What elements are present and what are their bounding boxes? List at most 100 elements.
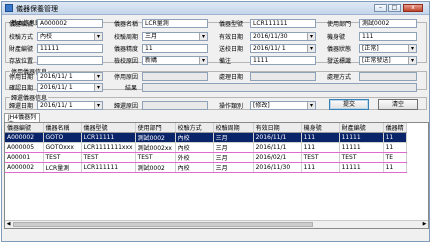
- table-cell: 三月: [213, 162, 254, 173]
- table-cell: LCR11111: [81, 132, 136, 143]
- stop-date[interactable]: 2016/11/ 1: [37, 72, 103, 81]
- table-row[interactable]: A00001 TEST TEST TEST 外校 三月 2016/02/1 TEST TEST T…: [5, 152, 407, 163]
- name-field[interactable]: LCR量測: [142, 19, 208, 28]
- asset-field[interactable]: 11111: [37, 44, 103, 53]
- last-date[interactable]: 2016/11/ 1: [250, 44, 316, 53]
- reason-select[interactable]: 新購: [142, 56, 208, 65]
- main-window: 儀器保養管理 – □ x 基本信息錄入 儀器編號 A000002 儀器名稱 LC…: [1, 1, 430, 242]
- handle-date-field[interactable]: [250, 72, 316, 81]
- minimize-button[interactable]: –: [374, 4, 387, 12]
- dept-field[interactable]: 測試0002: [359, 19, 417, 28]
- mark-select[interactable]: [正常發送]: [359, 56, 417, 65]
- table-row[interactable]: A000002 LCR量測 LCR111111 測試0002 內校 三月 2016/11/3…: [5, 162, 407, 173]
- clear-button[interactable]: 清空: [378, 99, 418, 110]
- scroll-right-icon[interactable]: ▶: [421, 221, 428, 228]
- maximize-button[interactable]: □: [388, 4, 401, 12]
- table-cell: GOTOxxx: [43, 142, 82, 153]
- precision-label: 儀器精度: [114, 46, 139, 53]
- valid-date[interactable]: 2016/11/30: [250, 32, 316, 41]
- valid-label: 有效日期: [219, 34, 244, 41]
- table-cell: 測試0002xx: [135, 142, 176, 153]
- owner-field[interactable]: 111: [359, 32, 417, 41]
- submit-button[interactable]: 提交: [329, 99, 369, 110]
- table-row[interactable]: A000005 GOTOxxx LCR1111111xxx 測試0002xx 內校 三月 2…: [5, 142, 407, 153]
- confirm-date[interactable]: 2016/11/ 1: [37, 83, 103, 92]
- table-cell: 11: [383, 142, 407, 153]
- column-header[interactable]: 財產編號: [339, 123, 384, 133]
- status-label: 儀器狀態: [327, 46, 352, 53]
- app-icon: [5, 4, 13, 12]
- table-cell: 內校: [175, 132, 214, 143]
- window-title: 儀器保養管理: [16, 5, 58, 13]
- last-label: 送校日期: [219, 46, 244, 53]
- column-header[interactable]: 儀器編號: [5, 123, 44, 133]
- stop-reason-field[interactable]: [142, 72, 208, 81]
- result-label: 結果: [125, 85, 138, 92]
- method-select[interactable]: 內校: [37, 32, 103, 41]
- column-header[interactable]: 有效日期: [253, 123, 302, 133]
- table-row[interactable]: A000002 GOTO LCR11111 測試0002 內校 三月 2016/11/1 11…: [5, 132, 407, 143]
- handle-method-field[interactable]: [359, 72, 417, 81]
- store-label: 存放位置: [9, 58, 34, 65]
- code-label: 儀器編號: [9, 21, 34, 28]
- borrow-date-label: 歸還日期: [9, 103, 34, 110]
- remark-label: 備注: [219, 58, 232, 65]
- table-cell: 內校: [175, 142, 214, 153]
- table-cell: LCR量測: [43, 162, 82, 173]
- table-cell: 11111: [339, 132, 384, 143]
- operate-label: 操作類別: [219, 103, 244, 110]
- column-header[interactable]: 機身號: [301, 123, 340, 133]
- horizontal-scrollbar[interactable]: ◀ ▶: [5, 220, 428, 228]
- table-cell: 111: [301, 162, 340, 173]
- table-cell: 三月: [213, 152, 254, 163]
- confirm-date-label: 確認日期: [9, 85, 34, 92]
- table-cell: 2016/11/1: [253, 132, 302, 143]
- table-cell: TEST: [81, 152, 136, 163]
- table-cell: GOTO: [43, 132, 82, 143]
- result-field[interactable]: [142, 83, 417, 92]
- asset-label: 財產編號: [9, 46, 34, 53]
- table-cell: 111: [301, 132, 340, 143]
- table-cell: 11: [383, 162, 407, 173]
- table-cell: 三月: [213, 142, 254, 153]
- precision-field[interactable]: 11: [142, 44, 208, 53]
- table-cell: 內校: [175, 162, 214, 173]
- column-header[interactable]: 校驗周期: [213, 123, 254, 133]
- column-header[interactable]: 使用部門: [135, 123, 176, 133]
- table-cell: A000002: [5, 132, 44, 143]
- store-field[interactable]: [37, 56, 103, 65]
- method-label: 校驗方式: [9, 34, 34, 41]
- table-cell: 測試0002: [135, 162, 176, 173]
- column-header[interactable]: 儀器名稱: [43, 123, 82, 133]
- tab-instrument-list[interactable]: JH4儀器列表: [4, 113, 40, 128]
- column-header[interactable]: 儀器型號: [81, 123, 136, 133]
- instrument-table-body: 儀器編號 儀器名稱 儀器型號 使用部門 校驗方式 校驗周期 有效日期 機身號 財產編號 儀器精 A…: [5, 123, 407, 173]
- table-cell: TEST: [135, 152, 176, 163]
- table-cell: TEST: [301, 152, 340, 163]
- status-select[interactable]: [正常]: [359, 44, 417, 53]
- table-cell: A00001: [5, 152, 44, 163]
- handle-method-label: 處理方式: [327, 74, 352, 81]
- table-cell: LCR111111: [81, 162, 136, 173]
- name-label: 儀器名稱: [114, 21, 139, 28]
- table-cell: A000002: [5, 162, 44, 173]
- column-header[interactable]: 儀器精: [383, 123, 407, 133]
- table-cell: 外校: [175, 152, 214, 163]
- table-cell: 測試0002: [135, 132, 176, 143]
- table-cell: LCR1111111xxx: [81, 142, 136, 153]
- column-header[interactable]: 校驗方式: [175, 123, 214, 133]
- code-field[interactable]: A000002: [37, 19, 103, 28]
- table-cell: TEST: [43, 152, 82, 163]
- dept-label: 使用部門: [327, 21, 352, 28]
- cycle-select[interactable]: 三月: [142, 32, 208, 41]
- remark-field[interactable]: 1111: [250, 56, 316, 65]
- borrow-reason-field[interactable]: [142, 101, 208, 110]
- borrow-date[interactable]: 2016/11/ 1: [37, 101, 103, 110]
- scroll-thumb[interactable]: [13, 222, 313, 227]
- stop-reason-label: 停用原因: [114, 74, 139, 81]
- close-button[interactable]: x: [403, 4, 423, 12]
- instrument-table[interactable]: 儀器編號 儀器名稱 儀器型號 使用部門 校驗方式 校驗周期 有效日期 機身號 財產編號 儀器精 A…: [4, 122, 429, 229]
- model-field[interactable]: LCR111111: [250, 19, 316, 28]
- scroll-left-icon[interactable]: ◀: [5, 221, 12, 228]
- operate-select[interactable]: [修改]: [250, 101, 316, 110]
